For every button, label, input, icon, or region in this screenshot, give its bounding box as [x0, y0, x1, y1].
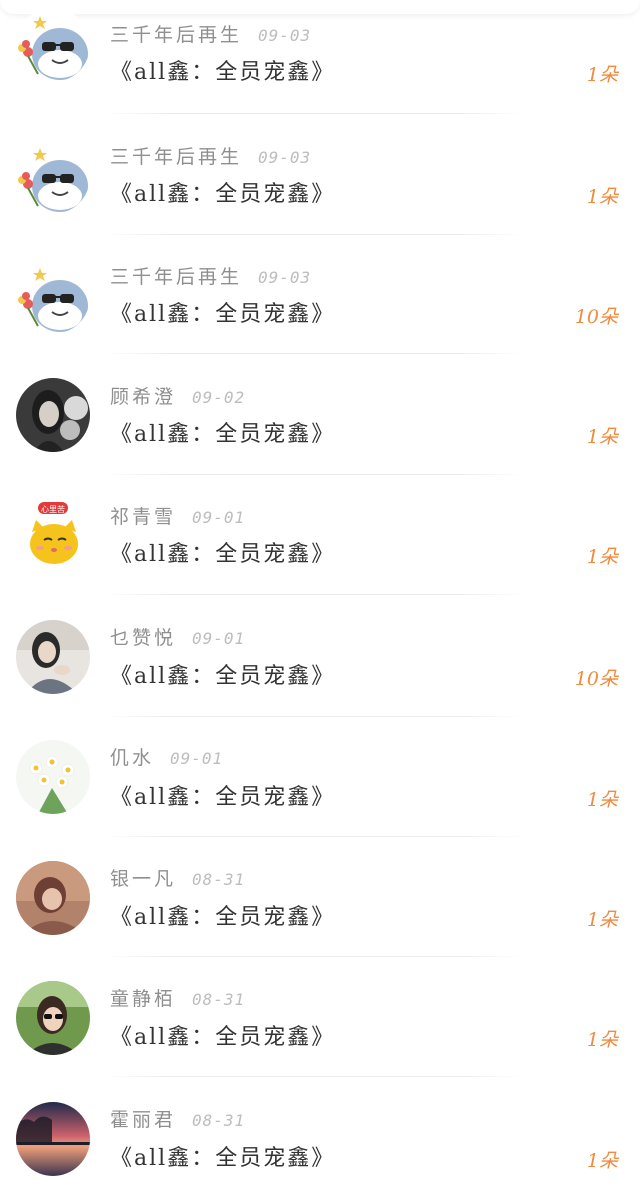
gift-count: 10朵	[574, 668, 618, 690]
avatar[interactable]	[16, 981, 90, 1055]
gift-count: 1朵	[586, 909, 618, 931]
gift-date: 09-03	[258, 148, 312, 167]
list-item[interactable]: 霍丽君 08-31 《all鑫：全员宠鑫》 1朵	[0, 1070, 640, 1190]
avatar[interactable]	[16, 620, 90, 694]
gift-count: 1朵	[586, 426, 618, 448]
book-title[interactable]: 《all鑫：全员宠鑫》	[110, 779, 335, 811]
avatar[interactable]	[16, 1102, 90, 1176]
list-item[interactable]: 三千年后再生 09-03 《all鑫：全员宠鑫》 1朵	[0, 108, 640, 235]
gift-date: 09-01	[170, 749, 224, 768]
sender-name[interactable]: 三千年后再生	[110, 266, 242, 288]
sender-name[interactable]: 银一凡	[110, 868, 176, 890]
sunglasses-girl-avatar-icon	[16, 981, 90, 1055]
sender-name[interactable]: 顾希澄	[110, 386, 176, 408]
list-item[interactable]: 银一凡 08-31 《all鑫：全员宠鑫》 1朵	[0, 830, 640, 957]
avatar[interactable]	[16, 378, 90, 452]
list-item[interactable]: 三千年后再生 09-03 《all鑫：全员宠鑫》 1朵	[0, 0, 640, 114]
gift-date: 08-31	[192, 990, 246, 1009]
list-item[interactable]: 童静栢 08-31 《all鑫：全员宠鑫》 1朵	[0, 950, 640, 1077]
gift-date: 08-31	[192, 1111, 246, 1130]
avatar[interactable]	[16, 740, 90, 814]
book-title[interactable]: 《all鑫：全员宠鑫》	[110, 296, 335, 328]
gift-count: 1朵	[586, 789, 618, 811]
gift-date: 09-03	[258, 26, 312, 45]
gift-count: 1朵	[586, 1150, 618, 1172]
girl-portrait-avatar-icon	[16, 620, 90, 694]
sender-line: 顾希澄 09-02	[110, 382, 245, 409]
sender-line: 银一凡 08-31	[110, 864, 245, 891]
sender-line: 三千年后再生 09-03	[110, 262, 311, 289]
dark-anime-girl-avatar-icon	[16, 378, 90, 452]
avatar[interactable]	[16, 140, 90, 214]
sender-name[interactable]: 三千年后再生	[110, 146, 242, 168]
book-title[interactable]: 《all鑫：全员宠鑫》	[110, 1140, 335, 1172]
yellow-cat-avatar-icon: 心里苦	[16, 498, 90, 572]
daisies-avatar-icon	[16, 740, 90, 814]
book-title[interactable]: 《all鑫：全员宠鑫》	[110, 176, 335, 208]
avatar[interactable]: 心里苦	[16, 498, 90, 572]
sender-name[interactable]: 童静栢	[110, 988, 176, 1010]
gift-count: 1朵	[586, 64, 618, 86]
gift-count: 1朵	[586, 1029, 618, 1051]
gift-count: 1朵	[586, 546, 618, 568]
sender-line: 霍丽君 08-31	[110, 1105, 245, 1132]
book-title[interactable]: 《all鑫：全员宠鑫》	[110, 536, 335, 568]
gift-date: 09-01	[192, 629, 246, 648]
avatar[interactable]	[16, 8, 90, 82]
sender-name[interactable]: 三千年后再生	[110, 24, 242, 46]
sender-name[interactable]: 霍丽君	[110, 1109, 176, 1131]
gift-date: 09-03	[258, 268, 312, 287]
book-title[interactable]: 《all鑫：全员宠鑫》	[110, 54, 335, 86]
book-title[interactable]: 《all鑫：全员宠鑫》	[110, 416, 335, 448]
warm-portrait-avatar-icon	[16, 861, 90, 935]
avatar[interactable]	[16, 861, 90, 935]
sender-name[interactable]: 祁青雪	[110, 506, 176, 528]
book-title[interactable]: 《all鑫：全员宠鑫》	[110, 899, 335, 931]
sender-line: 三千年后再生 09-03	[110, 20, 311, 47]
gift-count: 10朵	[574, 306, 618, 328]
book-title[interactable]: 《all鑫：全员宠鑫》	[110, 658, 335, 690]
shark-sunglasses-flower-avatar-icon	[16, 8, 90, 82]
cat-avatar-label: 心里苦	[41, 504, 65, 514]
sender-line: 祁青雪 09-01	[110, 502, 245, 529]
book-title[interactable]: 《all鑫：全员宠鑫》	[110, 1019, 335, 1051]
sender-name[interactable]: 仉水	[110, 747, 154, 769]
sender-line: 乜赞悦 09-01	[110, 623, 245, 650]
sender-name[interactable]: 乜赞悦	[110, 627, 176, 649]
shark-sunglasses-flower-avatar-icon	[16, 260, 90, 334]
sender-line: 童静栢 08-31	[110, 984, 245, 1011]
gift-date: 09-02	[192, 388, 246, 407]
avatar[interactable]	[16, 260, 90, 334]
list-item[interactable]: 乜赞悦 09-01 《all鑫：全员宠鑫》 10朵	[0, 590, 640, 717]
gift-date: 08-31	[192, 870, 246, 889]
list-item[interactable]: 三千年后再生 09-03 《all鑫：全员宠鑫》 10朵	[0, 228, 640, 354]
gift-count: 1朵	[586, 186, 618, 208]
list-item[interactable]: 顾希澄 09-02 《all鑫：全员宠鑫》 1朵	[0, 348, 640, 475]
sender-line: 仉水 09-01	[110, 743, 223, 770]
sunset-lake-avatar-icon	[16, 1102, 90, 1176]
list-item[interactable]: 心里苦 祁青雪 09-01 《all鑫：全员宠鑫》 1朵	[0, 468, 640, 595]
gift-date: 09-01	[192, 508, 246, 527]
sender-line: 三千年后再生 09-03	[110, 142, 311, 169]
shark-sunglasses-flower-avatar-icon	[16, 140, 90, 214]
list-item[interactable]: 仉水 09-01 《all鑫：全员宠鑫》 1朵	[0, 710, 640, 837]
